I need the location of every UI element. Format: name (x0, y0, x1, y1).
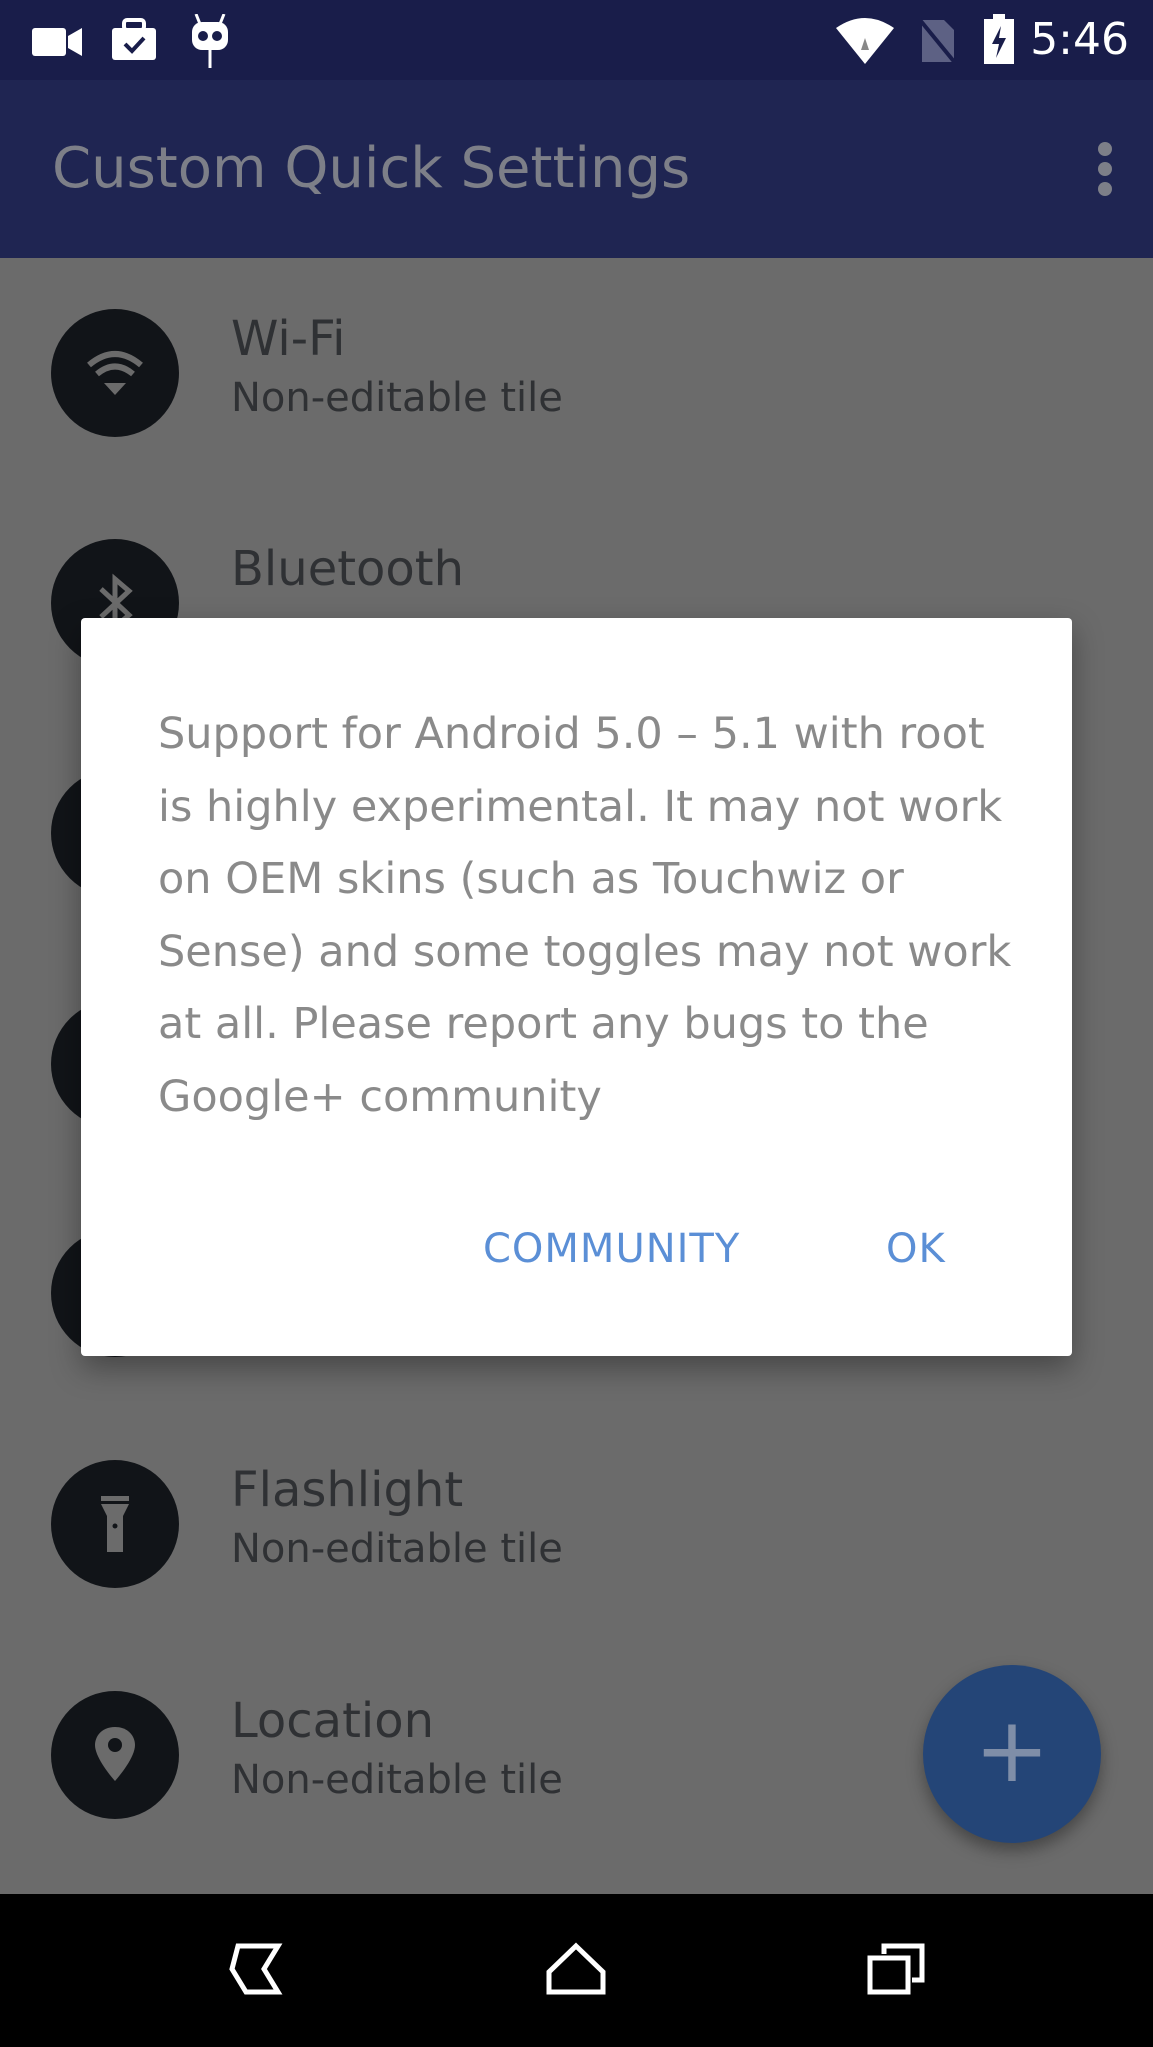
battery-charging-icon (984, 14, 1014, 64)
community-button[interactable]: COMMUNITY (483, 1226, 740, 1272)
add-tile-fab[interactable]: + (923, 1665, 1101, 1843)
wifi-tile-icon (51, 309, 179, 437)
flashlight-icon (51, 1460, 179, 1588)
no-sim-icon (918, 18, 958, 64)
back-icon[interactable] (226, 1942, 290, 1996)
item-title: Location (231, 1693, 435, 1749)
ok-button[interactable]: OK (886, 1226, 946, 1272)
more-vert-icon[interactable] (1095, 142, 1115, 196)
warning-dialog: Support for Android 5.0 – 5.1 with root … (81, 618, 1072, 1356)
item-title: Bluetooth (231, 541, 465, 597)
dialog-message: Support for Android 5.0 – 5.1 with root … (158, 709, 1012, 1122)
item-subtitle: Non-editable tile (231, 375, 563, 421)
work-briefcase-icon (112, 18, 156, 60)
item-title: Flashlight (231, 1462, 464, 1518)
navigation-bar (0, 1894, 1153, 2047)
home-icon[interactable] (545, 1942, 607, 1996)
list-item-wifi[interactable]: Wi-Fi Non-editable tile (0, 309, 1153, 603)
clock: 5:46 (1030, 14, 1129, 65)
video-camera-icon (32, 28, 82, 56)
item-title: Wi-Fi (231, 311, 346, 367)
wifi-icon (836, 18, 894, 64)
recents-icon[interactable] (866, 1942, 928, 1996)
cyanogenmod-icon (192, 14, 228, 68)
page-title: Custom Quick Settings (52, 136, 691, 201)
item-subtitle: Non-editable tile (231, 1526, 563, 1572)
plus-icon: + (974, 1698, 1050, 1803)
location-icon (51, 1691, 179, 1819)
item-subtitle: Non-editable tile (231, 1757, 563, 1803)
app-bar: Custom Quick Settings (0, 80, 1153, 258)
status-bar: 5:46 (0, 0, 1153, 80)
